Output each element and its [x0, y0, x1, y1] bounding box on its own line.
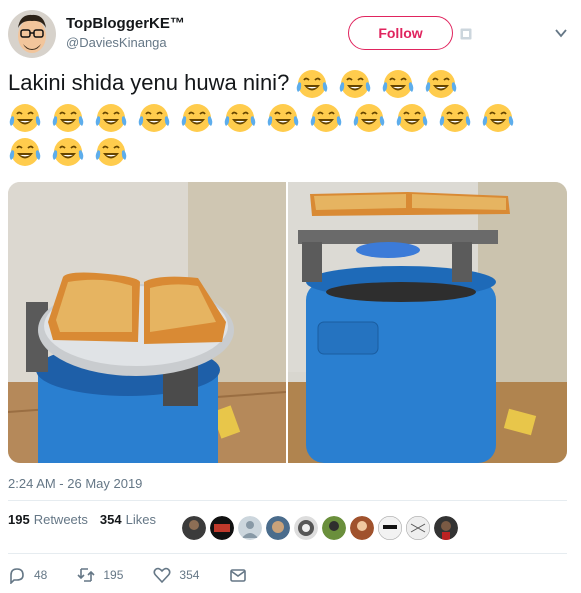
tears-of-joy-emoji-icon	[297, 70, 328, 99]
divider	[8, 500, 567, 501]
tweet-timestamp[interactable]: 2:24 AM - 26 May 2019	[8, 476, 142, 491]
tweet-actions: 48 195 354	[8, 566, 277, 584]
reply-button[interactable]: 48	[8, 566, 47, 584]
tears-of-joy-emoji-icon	[9, 104, 41, 133]
like-button[interactable]: 354	[153, 566, 199, 584]
liker-avatar[interactable]	[350, 516, 374, 540]
likes-count: 354	[99, 512, 122, 527]
tears-of-joy-emoji-icon	[482, 104, 514, 133]
follow-button[interactable]: Follow	[348, 16, 453, 50]
tears-of-joy-emoji-icon	[340, 70, 371, 99]
retweet-icon	[77, 568, 95, 582]
emoji-line	[8, 102, 568, 134]
liker-avatar[interactable]	[182, 516, 206, 540]
liker-avatar[interactable]	[238, 516, 262, 540]
liker-avatar[interactable]	[266, 516, 290, 540]
retweets-count: 195	[8, 512, 30, 527]
display-name[interactable]: TopBloggerKE™	[66, 14, 185, 33]
tears-of-joy-emoji-icon	[138, 104, 170, 133]
liker-avatar[interactable]	[378, 516, 402, 540]
liker-avatar[interactable]	[294, 516, 318, 540]
envelope-icon	[230, 569, 247, 582]
tears-of-joy-emoji-icon	[9, 138, 41, 167]
tweet-header: TopBloggerKE™ @DaviesKinanga Follow	[8, 10, 573, 60]
liker-avatar[interactable]	[406, 516, 430, 540]
tears-of-joy-emoji-icon	[353, 104, 385, 133]
divider	[8, 553, 567, 554]
tears-of-joy-emoji-icon	[224, 104, 256, 133]
user-avatar[interactable]	[8, 10, 56, 58]
heart-icon	[153, 567, 171, 584]
likes-stat[interactable]: 354 Likes	[100, 512, 156, 527]
photo-left[interactable]	[8, 182, 286, 463]
user-handle[interactable]: @DaviesKinanga	[66, 33, 185, 52]
reply-count: 48	[34, 568, 48, 582]
like-count: 354	[179, 568, 200, 582]
liker-avatar[interactable]	[322, 516, 346, 540]
tweet-stats: 195 Retweets 354 Likes	[8, 512, 168, 527]
reply-icon	[10, 568, 24, 584]
photo-right[interactable]	[288, 182, 567, 463]
tears-of-joy-emoji-icon	[267, 104, 299, 133]
tweet-text-content: Lakini shida yenu huwa nini?	[8, 70, 290, 95]
tears-of-joy-emoji-icon	[52, 138, 84, 167]
tears-of-joy-emoji-icon	[181, 104, 213, 133]
emoji-group	[295, 68, 458, 100]
direct-message-button[interactable]	[229, 566, 247, 584]
retweets-label: Retweets	[33, 512, 88, 527]
retweet-count: 195	[103, 568, 124, 582]
tears-of-joy-emoji-icon	[95, 138, 127, 167]
likes-label: Likes	[125, 512, 156, 527]
embed-info-icon[interactable]	[460, 28, 472, 40]
chevron-down-icon[interactable]	[555, 28, 567, 38]
tears-of-joy-emoji-icon	[439, 104, 471, 133]
tears-of-joy-emoji-icon	[426, 70, 457, 99]
liker-avatar[interactable]	[434, 516, 458, 540]
retweet-button[interactable]: 195	[77, 566, 123, 584]
tears-of-joy-emoji-icon	[383, 70, 414, 99]
emoji-lines	[8, 102, 568, 168]
emoji-line	[8, 136, 568, 168]
liker-avatar[interactable]	[210, 516, 234, 540]
tears-of-joy-emoji-icon	[95, 104, 127, 133]
tweet-text: Lakini shida yenu huwa nini?	[8, 66, 568, 168]
tears-of-joy-emoji-icon	[396, 104, 428, 133]
retweets-stat[interactable]: 195 Retweets	[8, 512, 88, 527]
tears-of-joy-emoji-icon	[310, 104, 342, 133]
tweet-media[interactable]	[8, 182, 567, 463]
liker-avatars	[182, 516, 458, 540]
tears-of-joy-emoji-icon	[52, 104, 84, 133]
